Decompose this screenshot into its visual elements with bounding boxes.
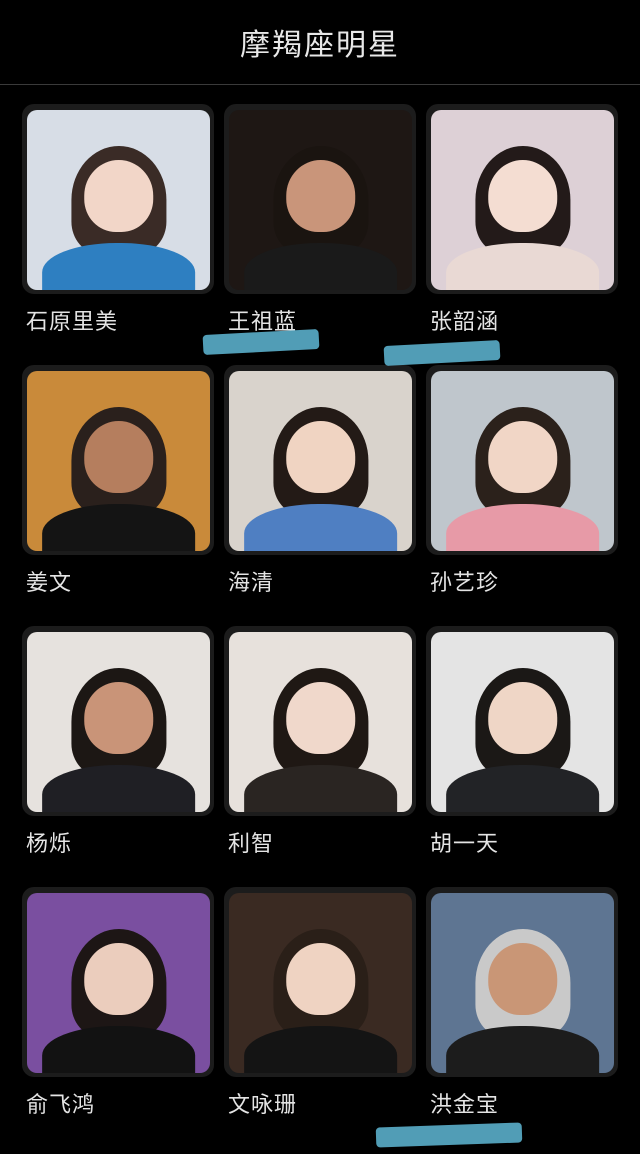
celebrity-photo[interactable]	[27, 632, 210, 812]
photo-body-shape	[243, 504, 398, 551]
celebrity-card[interactable]: 利智	[224, 626, 416, 887]
photo-face-shape	[487, 943, 558, 1016]
celebrity-name: 洪金宝	[430, 1093, 500, 1118]
photo-body-shape	[41, 765, 196, 812]
photo-body-shape	[243, 243, 398, 290]
photo-body-shape	[41, 504, 196, 551]
top-bar: 摩羯座明星	[0, 0, 640, 85]
photo-face-shape	[487, 160, 558, 233]
photo-body-shape	[445, 1026, 600, 1073]
celebrity-photo[interactable]	[229, 893, 412, 1073]
celebrity-photo[interactable]	[431, 632, 614, 812]
celebrity-card[interactable]: 胡一天	[426, 626, 618, 887]
celebrity-name: 文咏珊	[228, 1093, 298, 1118]
photo-body-shape	[41, 1026, 196, 1073]
celebrity-name: 姜文	[26, 571, 73, 596]
photo-face-shape	[285, 421, 356, 494]
photo-body-shape	[445, 243, 600, 290]
photo-body-shape	[41, 243, 196, 290]
celebrity-grid: 石原里美 王祖蓝 张韶涵 姜文 海清 孙艺珍 杨烁 利智 胡一天 俞飞鸿 文咏珊…	[22, 104, 618, 1148]
page-title: 摩羯座明星	[240, 28, 400, 63]
celebrity-photo[interactable]	[229, 371, 412, 551]
celebrity-card[interactable]: 俞飞鸿	[22, 887, 214, 1148]
celebrity-card[interactable]: 孙艺珍	[426, 365, 618, 626]
celebrity-name: 孙艺珍	[430, 571, 500, 596]
celebrity-name: 胡一天	[430, 832, 500, 857]
celebrity-name: 石原里美	[26, 310, 119, 335]
celebrity-name: 张韶涵	[430, 310, 500, 335]
photo-face-shape	[83, 421, 154, 494]
celebrity-photo[interactable]	[229, 110, 412, 290]
celebrity-photo[interactable]	[27, 110, 210, 290]
celebrity-photo[interactable]	[27, 893, 210, 1073]
celebrity-card[interactable]: 王祖蓝	[224, 104, 416, 365]
celebrity-card[interactable]: 海清	[224, 365, 416, 626]
photo-face-shape	[83, 160, 154, 233]
celebrity-card[interactable]: 张韶涵	[426, 104, 618, 365]
photo-face-shape	[487, 421, 558, 494]
celebrity-card[interactable]: 石原里美	[22, 104, 214, 365]
photo-face-shape	[83, 682, 154, 755]
celebrity-photo[interactable]	[431, 893, 614, 1073]
photo-face-shape	[285, 160, 356, 233]
celebrity-photo[interactable]	[27, 371, 210, 551]
celebrity-name: 俞飞鸿	[26, 1093, 96, 1118]
photo-face-shape	[83, 943, 154, 1016]
photo-body-shape	[243, 765, 398, 812]
celebrity-name: 利智	[228, 832, 275, 857]
celebrity-photo[interactable]	[431, 371, 614, 551]
photo-face-shape	[285, 682, 356, 755]
celebrity-card[interactable]: 杨烁	[22, 626, 214, 887]
celebrity-card[interactable]: 姜文	[22, 365, 214, 626]
celebrity-name: 杨烁	[26, 832, 73, 857]
celebrity-card[interactable]: 洪金宝	[426, 887, 618, 1148]
photo-face-shape	[487, 682, 558, 755]
photo-body-shape	[243, 1026, 398, 1073]
photo-face-shape	[285, 943, 356, 1016]
celebrity-photo[interactable]	[229, 632, 412, 812]
photo-body-shape	[445, 765, 600, 812]
celebrity-card[interactable]: 文咏珊	[224, 887, 416, 1148]
celebrity-name: 海清	[228, 571, 275, 596]
celebrity-photo[interactable]	[431, 110, 614, 290]
photo-body-shape	[445, 504, 600, 551]
